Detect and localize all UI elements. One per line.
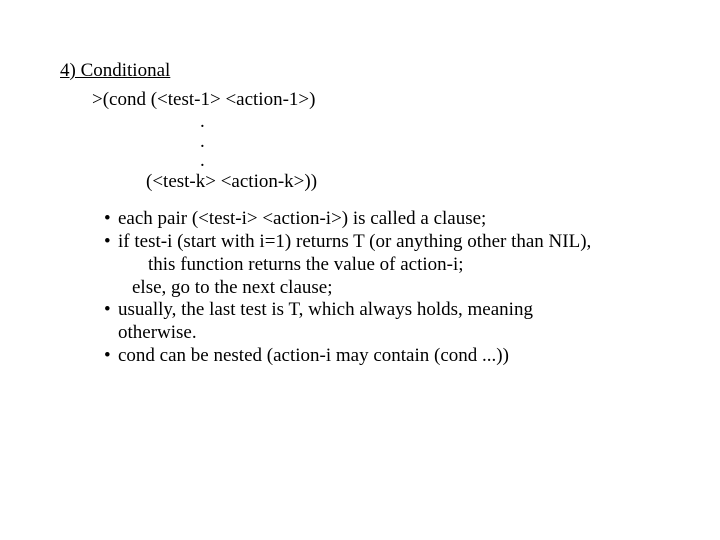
bullet-icon: • [104, 208, 118, 231]
bullet-icon: • [104, 299, 118, 322]
bullet-item-1: • each pair (<test-i> <action-i>) is cal… [104, 208, 670, 231]
bullet-text: otherwise. [118, 322, 670, 345]
bullet-item-2: • if test-i (start with i=1) returns T (… [104, 231, 670, 254]
bullet-text: else, go to the next clause; [132, 277, 670, 300]
bullet-text: this function returns the value of actio… [148, 254, 670, 277]
bullet-icon: • [104, 231, 118, 254]
bullet-item-3: • usually, the last test is T, which alw… [104, 299, 670, 322]
code-line-1: >(cond (<test-1> <action-1>) [92, 89, 670, 112]
code-dot-3: . [92, 151, 670, 171]
code-block: >(cond (<test-1> <action-1>) . . . (<tes… [92, 89, 670, 194]
bullet-item-3-cont: otherwise. [104, 322, 670, 345]
bullet-text: usually, the last test is T, which alway… [118, 299, 670, 322]
bullet-item-2-else: else, go to the next clause; [104, 277, 670, 300]
bullet-text: cond can be nested (action-i may contain… [118, 345, 670, 368]
bullet-list: • each pair (<test-i> <action-i>) is cal… [104, 208, 670, 368]
bullet-item-2-cont: this function returns the value of actio… [104, 254, 670, 277]
bullet-text: each pair (<test-i> <action-i>) is calle… [118, 208, 670, 231]
slide-content: 4) Conditional >(cond (<test-1> <action-… [0, 0, 720, 368]
code-dot-1: . [92, 112, 670, 132]
bullet-icon: • [104, 345, 118, 368]
section-heading: 4) Conditional [60, 60, 670, 83]
bullet-item-4: • cond can be nested (action-i may conta… [104, 345, 670, 368]
bullet-text: if test-i (start with i=1) returns T (or… [118, 231, 670, 254]
code-line-k: (<test-k> <action-k>)) [92, 171, 670, 194]
code-dot-2: . [92, 132, 670, 152]
